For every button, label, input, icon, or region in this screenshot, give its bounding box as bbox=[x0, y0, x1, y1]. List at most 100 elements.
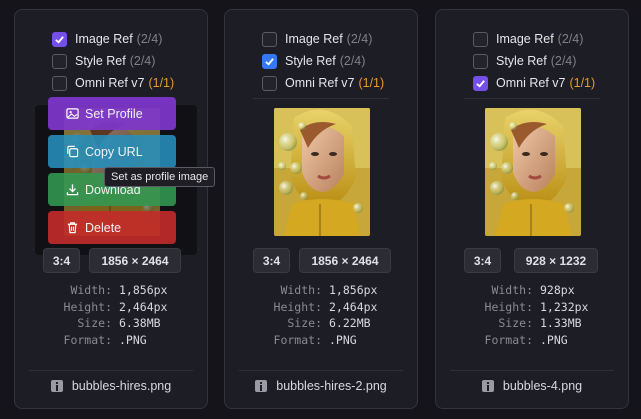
meta-height-row: Height: 2,464px bbox=[15, 299, 207, 316]
style-ref-option[interactable]: Style Ref (2/4) bbox=[262, 50, 384, 72]
image-ref-count: (2/4) bbox=[557, 32, 584, 46]
set-profile-tooltip: Set as profile image bbox=[104, 167, 216, 187]
meta-value: .PNG bbox=[119, 332, 147, 347]
download-icon bbox=[66, 184, 79, 196]
omni-ref-count: (1/1) bbox=[148, 76, 175, 90]
meta-value: 1,856px bbox=[329, 283, 378, 297]
image-card-2: Image Ref (2/4) Style Ref (2/4) Omni Ref… bbox=[224, 9, 418, 409]
omni-ref-label: Omni Ref v7 bbox=[496, 76, 566, 90]
style-ref-count: (2/4) bbox=[550, 54, 577, 68]
reference-options: Image Ref (2/4) Style Ref (2/4) Omni Ref… bbox=[52, 28, 174, 94]
image-icon bbox=[66, 108, 79, 119]
set-profile-button[interactable]: Set Profile bbox=[48, 97, 176, 130]
meta-key: Format: bbox=[273, 332, 322, 347]
meta-format-row: Format: .PNG bbox=[436, 332, 628, 349]
aspect-ratio-badge: 3:4 bbox=[43, 248, 80, 273]
aspect-ratio-badge: 3:4 bbox=[464, 248, 501, 273]
meta-value: 928px bbox=[540, 283, 575, 297]
omni-ref-checkbox[interactable] bbox=[262, 75, 277, 91]
meta-key: Width: bbox=[491, 283, 533, 297]
meta-value: 6.38MB bbox=[119, 316, 161, 330]
divider bbox=[464, 98, 600, 99]
meta-key: Height: bbox=[63, 299, 112, 314]
dimensions-badge: 928 × 1232 bbox=[514, 248, 598, 273]
style-ref-label: Style Ref bbox=[285, 54, 336, 68]
omni-ref-option[interactable]: Omni Ref v7 (1/1) bbox=[262, 72, 384, 94]
meta-height-row: Height: 1,232px bbox=[436, 299, 628, 316]
check-icon bbox=[55, 35, 64, 44]
check-icon bbox=[476, 79, 485, 88]
file-name: bubbles-4.png bbox=[502, 379, 583, 393]
meta-value: 1.33MB bbox=[540, 316, 582, 330]
image-ref-label: Image Ref bbox=[285, 32, 343, 46]
divider bbox=[253, 98, 389, 99]
image-thumbnail[interactable] bbox=[274, 108, 370, 236]
file-info-icon bbox=[481, 380, 494, 392]
aspect-ratio-badge: 3:4 bbox=[253, 248, 290, 273]
image-ref-checkbox[interactable] bbox=[52, 31, 67, 47]
image-ref-count: (2/4) bbox=[346, 32, 373, 46]
meta-width-row: Width: 928px bbox=[436, 282, 628, 299]
dimensions-badge: 1856 × 2464 bbox=[299, 248, 391, 273]
style-ref-label: Style Ref bbox=[496, 54, 547, 68]
omni-ref-checkbox[interactable] bbox=[473, 75, 488, 91]
style-ref-option[interactable]: Style Ref (2/4) bbox=[473, 50, 595, 72]
image-ref-option[interactable]: Image Ref (2/4) bbox=[52, 28, 174, 50]
image-ref-option[interactable]: Image Ref (2/4) bbox=[473, 28, 595, 50]
reference-options: Image Ref (2/4) Style Ref (2/4) Omni Ref… bbox=[473, 28, 595, 94]
meta-key: Format: bbox=[63, 332, 112, 347]
delete-label: Delete bbox=[85, 220, 122, 235]
trash-icon bbox=[67, 222, 78, 234]
style-ref-checkbox[interactable] bbox=[473, 53, 488, 69]
image-metadata: Width: 928px Height: 1,232px Size: 1.33MB F… bbox=[436, 282, 628, 348]
set-profile-label: Set Profile bbox=[85, 106, 143, 121]
meta-format-row: Format: .PNG bbox=[225, 332, 417, 349]
meta-value: .PNG bbox=[540, 332, 568, 347]
style-ref-checkbox[interactable] bbox=[52, 53, 67, 69]
image-ref-checkbox[interactable] bbox=[473, 31, 488, 47]
check-icon bbox=[265, 57, 274, 66]
copy-icon bbox=[67, 145, 79, 158]
meta-format-row: Format: .PNG bbox=[15, 332, 207, 349]
meta-value: 6.22MB bbox=[329, 316, 371, 330]
file-name: bubbles-hires.png bbox=[71, 379, 172, 393]
image-metadata: Width: 1,856px Height: 2,464px Size: 6.22MB… bbox=[225, 282, 417, 348]
meta-key: Width: bbox=[280, 283, 322, 297]
file-info-icon bbox=[255, 380, 268, 392]
style-ref-option[interactable]: Style Ref (2/4) bbox=[52, 50, 174, 72]
meta-key: Size: bbox=[77, 316, 112, 330]
omni-ref-checkbox[interactable] bbox=[52, 75, 67, 91]
meta-value: 2,464px bbox=[119, 299, 168, 314]
meta-size-row: Size: 1.33MB bbox=[436, 315, 628, 332]
meta-value: 1,232px bbox=[540, 299, 589, 314]
omni-ref-option[interactable]: Omni Ref v7 (1/1) bbox=[473, 72, 595, 94]
image-ref-label: Image Ref bbox=[496, 32, 554, 46]
meta-key: Format: bbox=[484, 332, 533, 347]
meta-value: 2,464px bbox=[329, 299, 378, 314]
meta-key: Height: bbox=[273, 299, 322, 314]
meta-key: Size: bbox=[287, 316, 322, 330]
file-name-row: bubbles-4.png bbox=[436, 379, 628, 393]
meta-key: Size: bbox=[498, 316, 533, 330]
image-metadata: Width: 1,856px Height: 2,464px Size: 6.38MB… bbox=[15, 282, 207, 348]
omni-ref-label: Omni Ref v7 bbox=[285, 76, 355, 90]
style-ref-count: (2/4) bbox=[129, 54, 156, 68]
image-card-3: Image Ref (2/4) Style Ref (2/4) Omni Ref… bbox=[435, 9, 629, 409]
divider bbox=[29, 370, 193, 371]
copy-url-label: Copy URL bbox=[85, 144, 143, 159]
copy-url-button[interactable]: Copy URL bbox=[48, 135, 176, 168]
omni-ref-count: (1/1) bbox=[358, 76, 385, 90]
image-thumbnail[interactable] bbox=[485, 108, 581, 236]
image-ref-count: (2/4) bbox=[136, 32, 163, 46]
style-ref-label: Style Ref bbox=[75, 54, 126, 68]
image-ref-checkbox[interactable] bbox=[262, 31, 277, 47]
meta-size-row: Size: 6.22MB bbox=[225, 315, 417, 332]
meta-value: 1,856px bbox=[119, 283, 168, 297]
image-ref-option[interactable]: Image Ref (2/4) bbox=[262, 28, 384, 50]
omni-ref-option[interactable]: Omni Ref v7 (1/1) bbox=[52, 72, 174, 94]
style-ref-checkbox[interactable] bbox=[262, 53, 277, 69]
delete-button[interactable]: Delete bbox=[48, 211, 176, 244]
meta-height-row: Height: 2,464px bbox=[225, 299, 417, 316]
meta-value: .PNG bbox=[329, 332, 357, 347]
meta-key: Width: bbox=[70, 283, 112, 297]
